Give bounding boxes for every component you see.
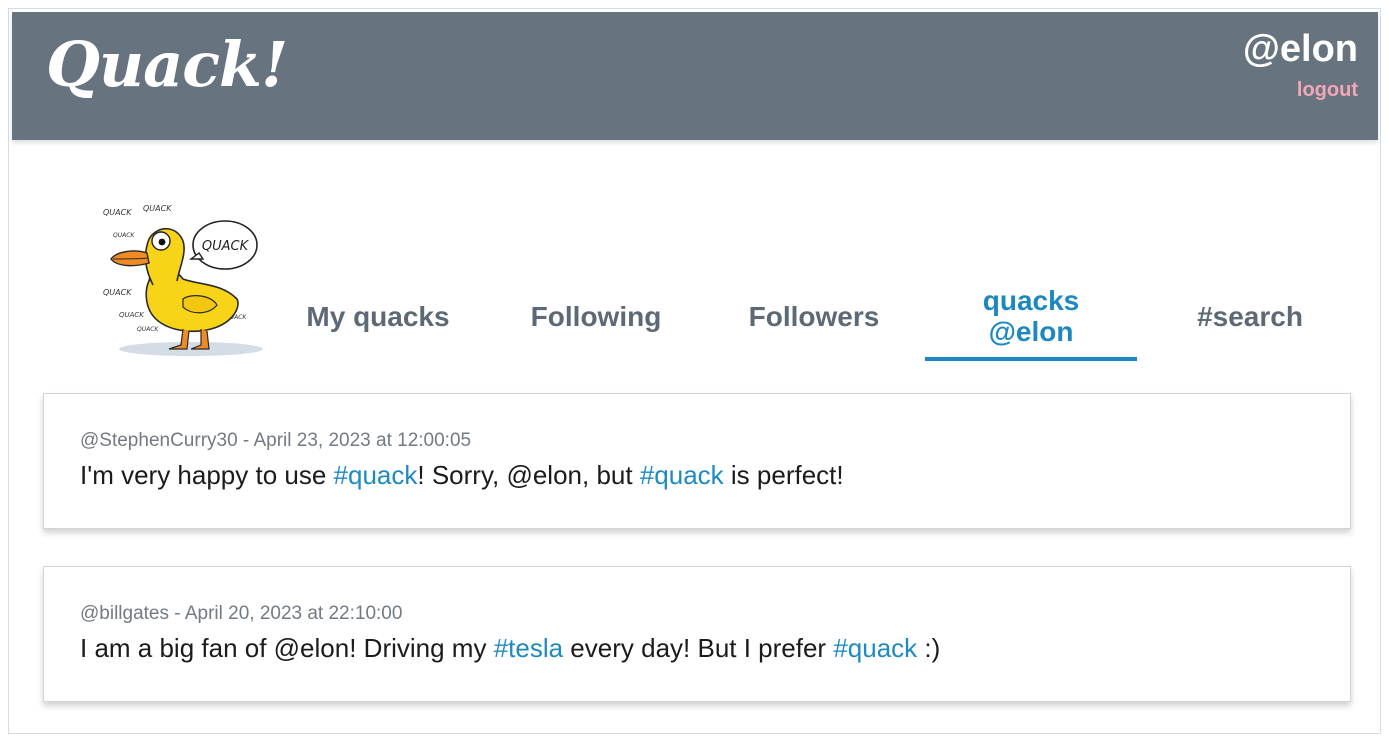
quack-text: ! Sorry, @elon, but (417, 460, 640, 490)
quack-card: @billgates - April 20, 2023 at 22:10:00 … (43, 566, 1351, 702)
tab-quacks-at-user[interactable]: quacks @elon (925, 271, 1137, 361)
quack-text: is perfect! (723, 460, 844, 490)
avatar-word-4: QUACK (119, 311, 145, 319)
tab-label: #search (1197, 300, 1303, 332)
tab-label: Following (530, 300, 662, 332)
quack-body: I'm very happy to use #quack! Sorry, @el… (80, 460, 1314, 490)
hashtag-link[interactable]: #quack (833, 633, 917, 663)
tab-label-line2: @elon (988, 316, 1074, 347)
tab-my-quacks[interactable]: My quacks (269, 271, 487, 361)
quack-body: I am a big fan of @elon! Driving my #tes… (80, 633, 1314, 663)
logout-link[interactable]: logout (1297, 80, 1358, 100)
quack-text: I'm very happy to use (80, 460, 334, 490)
current-user-handle: @elon (1242, 28, 1358, 70)
quack-text: every day! But I prefer (563, 633, 834, 663)
hashtag-link[interactable]: #quack (334, 460, 418, 490)
avatar-word-1: QUACK (143, 204, 172, 213)
avatar-word-3: QUACK (103, 288, 132, 297)
profile-tabs: My quacks Following Followers quacks @el… (269, 271, 1369, 361)
quack-meta[interactable]: @StephenCurry30 - April 23, 2023 at 12:0… (80, 430, 1314, 452)
quack-text: :) (917, 633, 941, 663)
quack-card: @StephenCurry30 - April 23, 2023 at 12:0… (43, 393, 1351, 529)
tab-label: Followers (748, 300, 880, 332)
duck-cartoon-icon: QUACK QUACK QUACK QUACK QUACK QUACK QUAC… (103, 204, 263, 356)
tab-label: quacks @elon (983, 285, 1080, 347)
avatar-word-0: QUACK (103, 208, 132, 217)
brand-logo[interactable]: Quack! (46, 34, 288, 96)
tab-followers[interactable]: Followers (705, 271, 923, 361)
tab-label: My quacks (306, 300, 450, 332)
avatar-word-2: QUACK (113, 232, 135, 239)
quack-text: I am a big fan of @elon! Driving my (80, 633, 494, 663)
tab-search[interactable]: #search (1141, 271, 1359, 361)
quack-meta[interactable]: @billgates - April 20, 2023 at 22:10:00 (80, 603, 1314, 625)
speech-bubble-text: QUACK (202, 239, 250, 254)
tab-label-line1: quacks (982, 285, 1080, 316)
tab-following[interactable]: Following (487, 271, 705, 361)
app-header: Quack! @elon logout (12, 12, 1378, 140)
duck-avatar: QUACK QUACK QUACK QUACK QUACK QUACK QUAC… (91, 189, 267, 361)
hashtag-link[interactable]: #tesla (494, 633, 563, 663)
avatar-word-5: QUACK (137, 326, 159, 333)
app-frame: Quack! @elon logout QUACK QUACK QUACK QU… (8, 8, 1381, 734)
hashtag-link[interactable]: #quack (640, 460, 724, 490)
